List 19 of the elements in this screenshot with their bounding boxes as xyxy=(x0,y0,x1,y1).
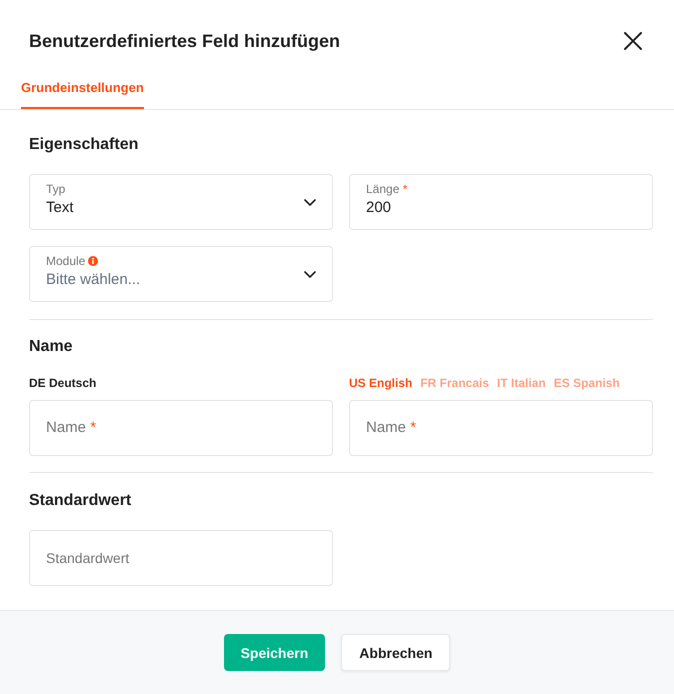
dialog-title: Benutzerdefiniertes Feld hinzufügen xyxy=(29,30,340,52)
chevron-down-icon xyxy=(304,270,316,278)
input-field[interactable]: Name * xyxy=(29,400,333,456)
close-icon xyxy=(624,32,642,50)
save-button[interactable]: Speichern xyxy=(224,634,326,671)
chevron-down-icon xyxy=(304,198,316,206)
language-tab[interactable]: US English xyxy=(349,375,412,391)
cancel-button[interactable]: Abbrechen xyxy=(341,634,450,671)
tab[interactable]: Grundeinstellungen xyxy=(21,79,144,109)
section-heading: Name xyxy=(29,338,73,356)
language-label: DE Deutsch xyxy=(29,375,96,391)
section-heading: Eigenschaften xyxy=(29,136,138,154)
input-field[interactable]: Name * xyxy=(349,400,653,456)
select-field[interactable]: Module Bitte wählen... xyxy=(29,246,333,302)
section-heading: Standardwert xyxy=(29,492,132,510)
text-field[interactable]: Länge * 200 xyxy=(349,174,653,230)
select-field[interactable]: Typ Text xyxy=(29,174,333,230)
input-field[interactable]: Standardwert xyxy=(29,530,333,586)
close-button[interactable] xyxy=(624,32,642,50)
